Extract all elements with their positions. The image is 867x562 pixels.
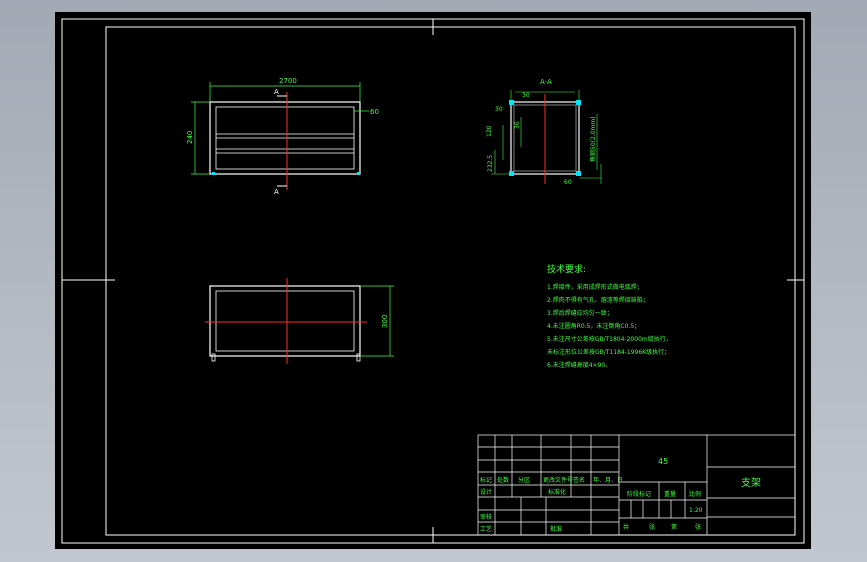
tb-scale-value: 1:20 — [689, 507, 703, 514]
dim-width-text: 2700 — [279, 77, 297, 85]
tb-material: 45 — [658, 457, 668, 466]
tech-item: 2.焊肉不得有气孔、熔渣等焊接缺陷； — [547, 296, 649, 304]
top-inner-frame — [215, 290, 355, 352]
tb-designer: 设计 — [480, 488, 492, 496]
tech-item: 3.焊后焊缝应均匀一致； — [547, 309, 613, 317]
tb-header-sign: 签名 — [573, 476, 585, 484]
front-view: A A 2700 240 60 — [186, 77, 379, 196]
tb-header-zone: 分区 — [518, 476, 530, 484]
top-view: 300 — [205, 278, 394, 364]
tb-header-doc: 更改文件号 — [543, 476, 573, 484]
tb-page-suffix: 张 — [695, 523, 701, 531]
centering-marks — [62, 19, 804, 543]
tb-total-label: 共 — [623, 523, 629, 531]
inner-frame — [105, 26, 796, 536]
front-foot-right — [357, 172, 360, 175]
tech-requirements: 技术要求: 1.焊接件，采用成焊形式做电弧焊； 2.焊肉不得有气孔、熔渣等焊接缺… — [547, 263, 672, 369]
tb-standard: 标准化 — [548, 488, 566, 496]
section-corner-br — [576, 171, 581, 176]
front-foot-left — [212, 172, 215, 175]
section-view: A-A 30 30 120 30 232.5 60 角钢50(2.0mm) — [486, 78, 602, 186]
dim-depth-text: 300 — [381, 315, 389, 328]
sec-dim-inner: 120 — [486, 125, 493, 137]
cad-drawing-canvas: A A 2700 240 60 300 A-A 30 30 120 30 232… — [61, 18, 805, 544]
tb-scale: 比例 — [689, 490, 701, 498]
section-mark-top: A — [274, 88, 279, 96]
drawing-sheet: A A 2700 240 60 300 A-A 30 30 120 30 232… — [55, 12, 811, 549]
tech-item: 5.未注尺寸公差按GB/T1804-2000m级执行， — [547, 335, 672, 343]
tb-weight: 重量 — [664, 490, 676, 498]
sec-dim-right: 60 — [564, 179, 572, 186]
tb-sheet-label: 张 — [649, 523, 655, 531]
outer-border — [61, 18, 805, 544]
top-foot-left — [211, 353, 216, 362]
sec-dim-top-right: 30 — [522, 92, 530, 99]
section-mark-bottom: A — [274, 188, 279, 196]
section-corner-tr — [576, 100, 581, 105]
tb-page-label: 第 — [671, 523, 677, 531]
tb-part-name: 支架 — [741, 477, 761, 489]
section-corner-bl — [509, 171, 514, 176]
top-outer-frame — [209, 285, 361, 357]
tb-process: 工艺 — [480, 525, 492, 533]
sec-dim-top-left: 30 — [495, 106, 503, 113]
tech-item: 4.未注圆角R0.5，未注倒角C0.5； — [547, 322, 640, 330]
sec-dim-side-vertical: 角钢50(2.0mm) — [589, 116, 597, 162]
tech-title: 技术要求: — [547, 263, 586, 275]
tb-approve: 批准 — [550, 525, 562, 533]
tb-check: 审核 — [480, 513, 492, 521]
tb-header-count: 处数 — [497, 476, 509, 484]
tb-header-date: 年、月、日 — [593, 476, 623, 484]
dim-height-text: 240 — [186, 131, 194, 144]
section-corner-tl — [509, 100, 514, 105]
sec-dim-left: 232.5 — [487, 155, 494, 172]
tech-item: 未标注形位公差按GB/T1184-1996K级执行； — [547, 348, 670, 356]
tb-stage-mark: 阶段标记 — [627, 490, 651, 498]
tech-item: 6.未注焊缝高度4×90。 — [547, 361, 611, 369]
callout-text: 60 — [370, 108, 379, 116]
section-title: A-A — [540, 78, 552, 86]
tech-item: 1.焊接件，采用成焊形式做电弧焊； — [547, 283, 643, 291]
sec-dim-inner2: 30 — [514, 121, 521, 129]
title-block-text: 标记 处数 分区 更改文件号 签名 年、月、日 设计 标准化 审核 工艺 批准 … — [480, 457, 761, 533]
tb-header-mark: 标记 — [480, 476, 492, 484]
